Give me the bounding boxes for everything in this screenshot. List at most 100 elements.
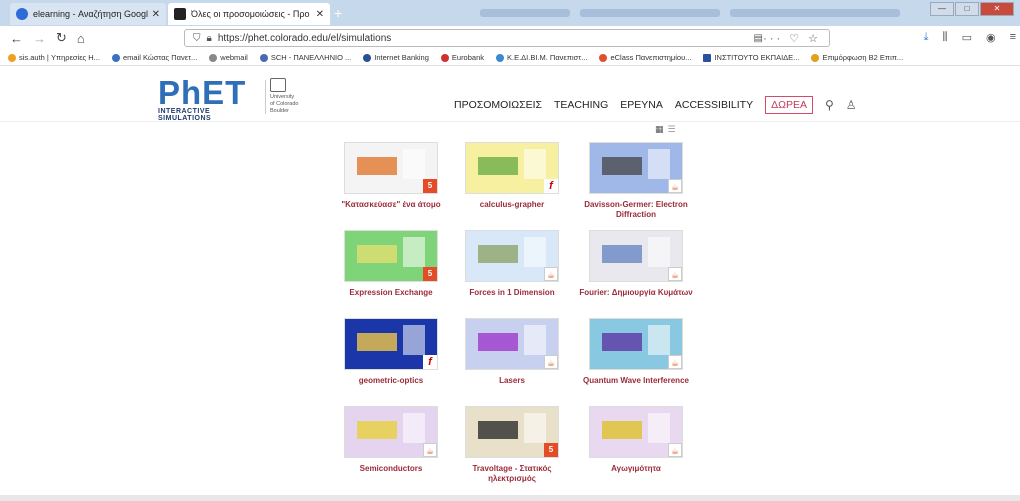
close-icon[interactable]: ✕ [152,9,160,20]
simulation-thumbnail[interactable]: ☕︎ [589,406,683,458]
flash-icon: f [423,355,437,369]
close-icon[interactable]: ✕ [316,9,324,20]
thumbnail-shape [403,149,425,179]
simulation-card[interactable]: f calculus-grapher [452,142,572,210]
bookmark[interactable]: sis.auth | Υπηρεσίες Η... [8,53,100,62]
bookmark[interactable]: ΙΝΣΤΙΤΟΥΤΟ ΕΚΠΑΙΔΕ... [703,53,799,62]
simulation-title[interactable]: Fourier: Δημιουργία Κυμάτων [576,288,696,298]
simulation-card[interactable]: f geometric-optics [331,318,451,386]
simulation-card[interactable]: ☕︎ Forces in 1 Dimension [452,230,572,298]
bookmark[interactable]: Eurobank [440,53,484,62]
bookmark[interactable]: Internet Banking [363,53,429,62]
minimize-button[interactable]: — [930,2,954,16]
simulation-card[interactable]: ☕︎ Fourier: Δημιουργία Κυμάτων [576,230,696,298]
simulation-card[interactable]: ☕︎ Quantum Wave Interference [576,318,696,386]
extension-icon[interactable]: ◉ [986,31,996,44]
page-actions-icon[interactable]: ··· ♡ ☆ [763,32,821,45]
sidebar-icon[interactable]: ▭ [962,31,972,44]
simulation-title[interactable]: calculus-grapher [452,200,572,210]
simulation-title[interactable]: Lasers [452,376,572,386]
simulation-title[interactable]: Davisson-Germer: Electron Diffraction [576,200,696,220]
menu-research[interactable]: ΕΡΕΥΝΑ [620,99,663,111]
simulation-thumbnail[interactable]: ☕︎ [465,318,559,370]
simulation-thumbnail[interactable]: 5 [465,406,559,458]
simulation-title[interactable]: Travoltage - Στατικός ηλεκτρισμός [452,464,572,484]
thumbnail-shape [648,237,670,267]
java-icon: ☕︎ [668,267,682,281]
phet-logo[interactable]: PhET INTERACTIVE SIMULATIONS [158,76,262,122]
reload-icon[interactable]: ↻ [56,30,67,46]
simulation-thumbnail[interactable]: 5 [344,230,438,282]
bookmark[interactable]: email Κώστας Πανετ... [111,53,198,62]
menu-simulations[interactable]: ΠΡΟΣΟΜΟΙΩΣΕΙΣ [454,99,542,111]
bookmark[interactable]: SCH - ΠΑΝΕΛΛΗΝΙΟ ... [259,53,351,62]
download-icon[interactable]: ⤓ [924,31,929,44]
thumbnail-shape [357,245,397,263]
bookmark-icon [496,53,504,62]
library-icon[interactable]: ⫼ [943,31,948,44]
bookmarks-bar: sis.auth | Υπηρεσίες Η... email Κώστας Π… [0,50,1020,66]
bookmark[interactable]: webmail [209,53,248,62]
simulation-title[interactable]: Αγωγιμότητα [576,464,696,474]
simulation-card[interactable]: 5 Travoltage - Στατικός ηλεκτρισμός [452,406,572,484]
simulation-title[interactable]: geometric-optics [331,376,451,386]
new-tab-button[interactable]: + [334,5,342,21]
university-logo[interactable]: University of Colorado Boulder [270,78,322,115]
simulation-card[interactable]: 5 "Κατασκεύασε" ένα άτομο [331,142,451,210]
simulation-card[interactable]: ☕︎ Αγωγιμότητα [576,406,696,474]
thumbnail-shape [524,237,546,267]
address-bar[interactable]: ⛉ 🔒︎ https://phet.colorado.edu/el/simula… [184,29,830,47]
bookmark-label: email Κώστας Πανετ... [122,53,198,62]
logo-subtitle: INTERACTIVE SIMULATIONS [158,108,212,122]
menu-icon[interactable]: ≡ [1010,31,1016,44]
home-icon[interactable]: ⌂ [77,31,85,46]
thumbnail-shape [524,413,546,443]
main-menu: ΠΡΟΣΟΜΟΙΩΣΕΙΣ TEACHING ΕΡΕΥΝΑ ACCESSIBIL… [454,96,857,114]
window-close-button[interactable]: ✕ [980,2,1014,16]
donate-button[interactable]: ΔΩΡΕΑ [765,96,813,114]
simulation-thumbnail[interactable]: ☕︎ [589,230,683,282]
simulation-title[interactable]: "Κατασκεύασε" ένα άτομο [331,200,451,210]
search-icon[interactable]: ⚲ [825,98,834,112]
thumbnail-shape [357,333,397,351]
menu-teaching[interactable]: TEACHING [554,99,608,111]
simulation-title[interactable]: Forces in 1 Dimension [452,288,572,298]
tab-blur [580,9,720,17]
simulation-thumbnail[interactable]: ☕︎ [465,230,559,282]
reader-view-icon[interactable]: ▤ [754,33,763,44]
tab-google[interactable]: elearning - Αναζήτηση Google ✕ [10,3,166,25]
grid-view-icon[interactable]: ▦ [655,124,664,135]
simulation-card[interactable]: ☕︎ Semiconductors [331,406,451,474]
simulation-card[interactable]: 5 Expression Exchange [331,230,451,298]
bookmark[interactable]: Επιμόρφωση Β2 Επιπ... [811,53,903,62]
list-view-icon[interactable]: ☰ [668,124,676,135]
view-toggle: ▦ ☰ [655,124,676,135]
simulation-thumbnail[interactable]: ☕︎ [589,318,683,370]
simulation-thumbnail[interactable]: 5 [344,142,438,194]
simulation-thumbnail[interactable]: f [344,318,438,370]
university-line: of Colorado [270,101,299,107]
tab-phet[interactable]: Όλες οι προσομοιώσεις - Προ ✕ [168,3,330,25]
bookmark[interactable]: Κ.Ε.ΔΙ.ΒΙ.Μ. Πανεπιστ... [496,53,587,62]
user-icon[interactable]: ♙ [846,98,857,112]
simulation-thumbnail[interactable]: ☕︎ [344,406,438,458]
simulation-card[interactable]: ☕︎ Lasers [452,318,572,386]
forward-icon[interactable]: → [33,31,46,46]
simulation-card[interactable]: ☕︎ Davisson-Germer: Electron Diffraction [576,142,696,220]
bookmark-label: Επιμόρφωση Β2 Επιπ... [822,53,904,62]
thumbnail-shape [403,237,425,267]
simulation-thumbnail[interactable]: f [465,142,559,194]
window-bottom-edge [0,495,1020,501]
simulation-title[interactable]: Quantum Wave Interference [576,376,696,386]
simulation-title[interactable]: Semiconductors [331,464,451,474]
simulation-thumbnail[interactable]: ☕︎ [589,142,683,194]
header-divider [0,121,1020,122]
menu-accessibility[interactable]: ACCESSIBILITY [675,99,753,111]
simulation-title[interactable]: Expression Exchange [331,288,451,298]
bookmark[interactable]: eClass Πανεπιστημίου... [599,53,691,62]
maximize-button[interactable]: □ [955,2,979,16]
back-icon[interactable]: ← [10,31,23,46]
university-icon [270,78,286,92]
bookmark-label: Κ.Ε.ΔΙ.ΒΙ.Μ. Πανεπιστ... [507,53,588,62]
java-icon: ☕︎ [668,355,682,369]
